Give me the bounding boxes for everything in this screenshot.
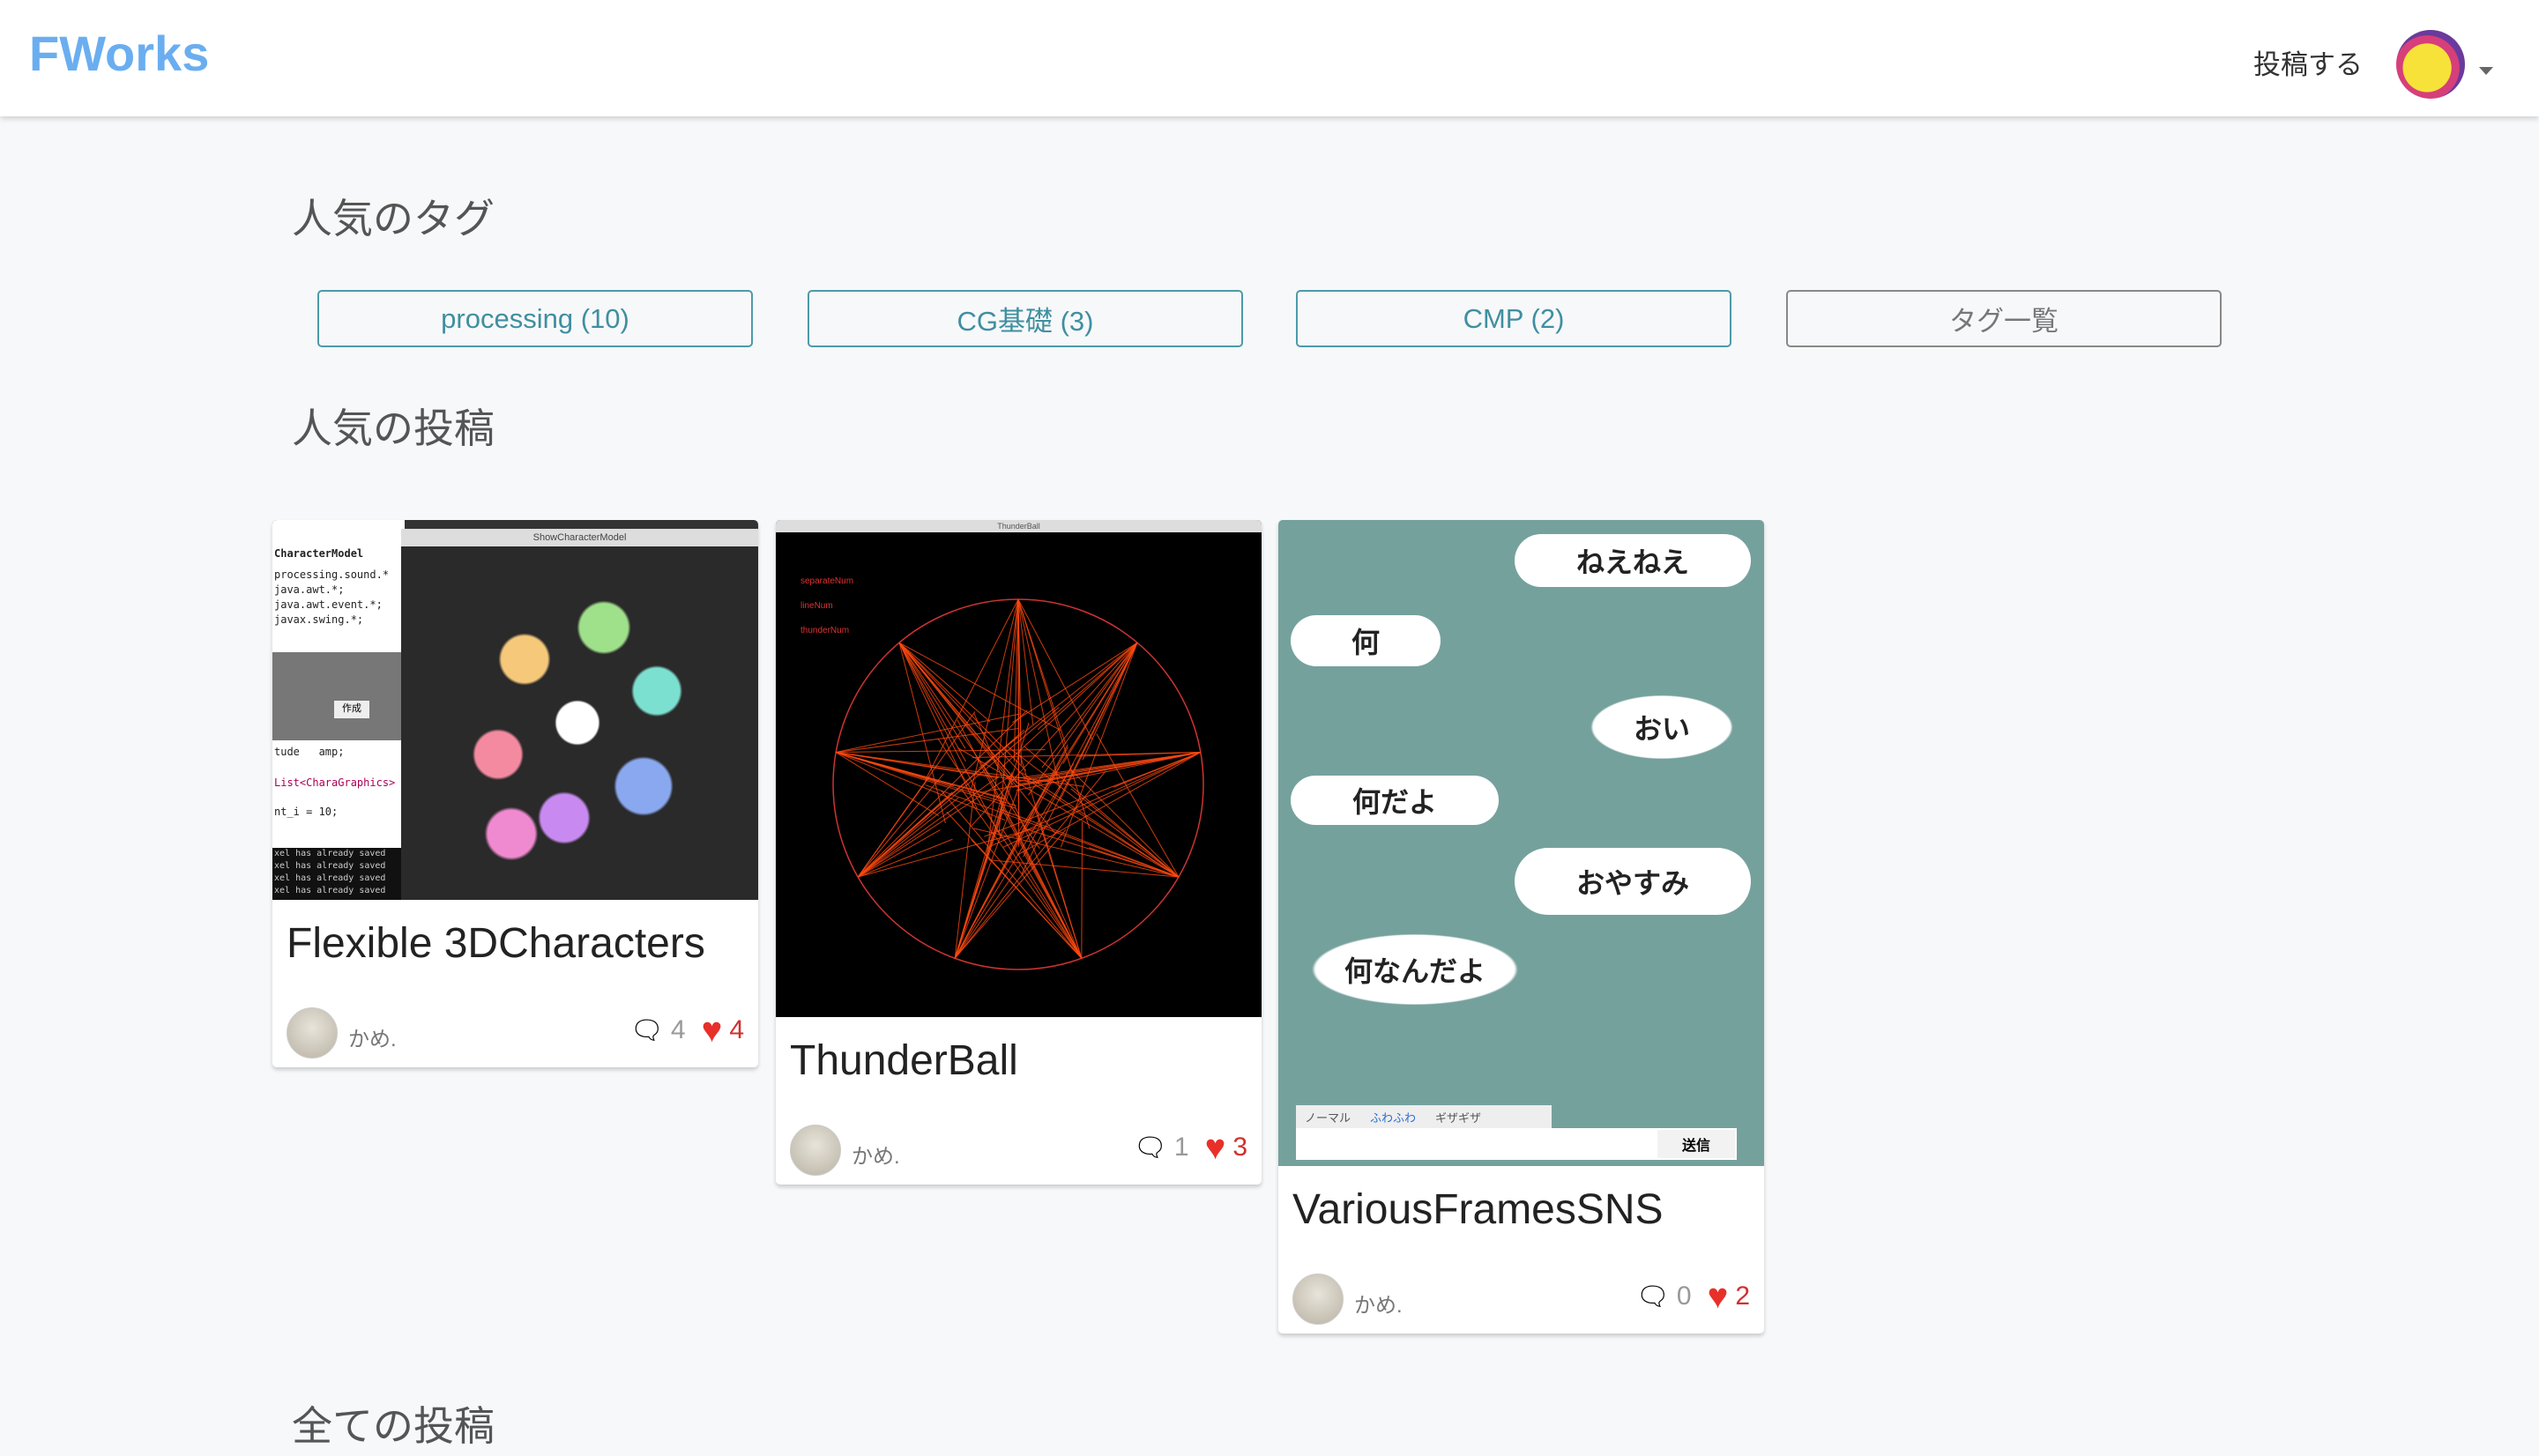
post-title[interactable]: VariousFramesSNS	[1278, 1166, 1764, 1263]
code-line: java.awt.event.*;	[274, 598, 383, 613]
radio-gizagiza: ギザギザ	[1435, 1109, 1481, 1125]
spiky-bubble: おい	[1574, 687, 1750, 767]
heart-icon[interactable]: ♥	[1708, 1279, 1729, 1314]
post-card[interactable]: ねえねえ 何 おい 何だよ おやすみ 何なんだよ ノーマル ふわふわ ギザギザ …	[1278, 520, 1764, 1333]
console-line: xel has already saved	[274, 873, 385, 885]
comment-count: 1	[1174, 1133, 1189, 1163]
speech-bubble: おやすみ	[1515, 848, 1751, 915]
code-line: javax.swing.*;	[274, 613, 363, 628]
characters-render	[445, 564, 710, 881]
console-line: xel has already saved	[274, 860, 385, 873]
post-title[interactable]: ThunderBall	[776, 1017, 1262, 1114]
window-title: ShowCharacterModel	[401, 529, 758, 546]
comment-icon: 🗨	[630, 1015, 664, 1046]
post-thumbnail[interactable]: ねえねえ 何 おい 何だよ おやすみ 何なんだよ ノーマル ふわふわ ギザギザ …	[1278, 520, 1764, 1166]
console-line: xel has already saved	[274, 848, 385, 860]
code-line: tude amp;	[274, 745, 344, 760]
tag-cg[interactable]: CG基礎 (3)	[808, 290, 1243, 347]
heart-icon[interactable]: ♥	[1205, 1130, 1226, 1165]
code-line: processing.sound.*	[274, 568, 389, 583]
thunderball-render	[776, 520, 1262, 1017]
post-card[interactable]: ThunderBall separateNum lineNum thunderN…	[776, 520, 1262, 1185]
speech-bubble: 何	[1291, 615, 1441, 666]
author-avatar[interactable]	[790, 1125, 841, 1176]
like-count: 3	[1232, 1133, 1247, 1163]
speech-bubble: ねえねえ	[1515, 534, 1751, 587]
logo[interactable]: FWorks	[29, 25, 209, 82]
like-count: 4	[729, 1015, 744, 1045]
comment-icon: 🗨	[1134, 1133, 1167, 1163]
chevron-down-icon[interactable]	[2479, 67, 2493, 75]
post-title[interactable]: Flexible 3DCharacters	[272, 900, 758, 997]
author-name[interactable]: かめ.	[1354, 1288, 1403, 1319]
all-posts-heading: 全ての投稿	[292, 1394, 495, 1452]
user-avatar[interactable]	[2396, 30, 2465, 99]
like-count: 2	[1735, 1281, 1750, 1311]
create-button: 作成	[334, 701, 369, 718]
author-name[interactable]: かめ.	[348, 1021, 397, 1052]
popular-tags-heading: 人気のタグ	[292, 187, 495, 245]
speech-bubble: 何だよ	[1291, 776, 1499, 825]
post-card[interactable]: CharacterModel processing.sound.* java.a…	[272, 520, 758, 1067]
radio-normal: ノーマル	[1305, 1109, 1351, 1125]
console-line: xel has already saved	[274, 885, 385, 897]
author-avatar[interactable]	[287, 1007, 338, 1059]
all-tags-button[interactable]: タグ一覧	[1786, 290, 2222, 347]
code-line: List<CharaGraphics>	[274, 776, 395, 791]
tag-processing[interactable]: processing (10)	[317, 290, 753, 347]
spiky-bubble: 何なんだよ	[1287, 925, 1543, 1014]
code-tab: CharacterModel	[274, 546, 363, 561]
post-thumbnail[interactable]: CharacterModel processing.sound.* java.a…	[272, 520, 758, 900]
send-button: 送信	[1657, 1130, 1735, 1158]
navbar: FWorks 投稿する	[0, 0, 2539, 116]
post-thumbnail[interactable]: ThunderBall separateNum lineNum thunderN…	[776, 520, 1262, 1017]
tag-cmp[interactable]: CMP (2)	[1296, 290, 1731, 347]
author-avatar[interactable]	[1292, 1274, 1344, 1325]
post-link[interactable]: 投稿する	[2253, 42, 2363, 82]
author-name[interactable]: かめ.	[852, 1139, 900, 1170]
comment-icon: 🗨	[1636, 1281, 1670, 1312]
popular-posts-heading: 人気の投稿	[292, 397, 495, 455]
comment-count: 4	[671, 1015, 686, 1045]
comment-count: 0	[1677, 1281, 1692, 1311]
code-line: nt_i = 10;	[274, 805, 338, 820]
heart-icon[interactable]: ♥	[702, 1013, 723, 1048]
radio-fuwafuwa: ふわふわ	[1370, 1109, 1416, 1125]
code-line: java.awt.*;	[274, 583, 344, 598]
